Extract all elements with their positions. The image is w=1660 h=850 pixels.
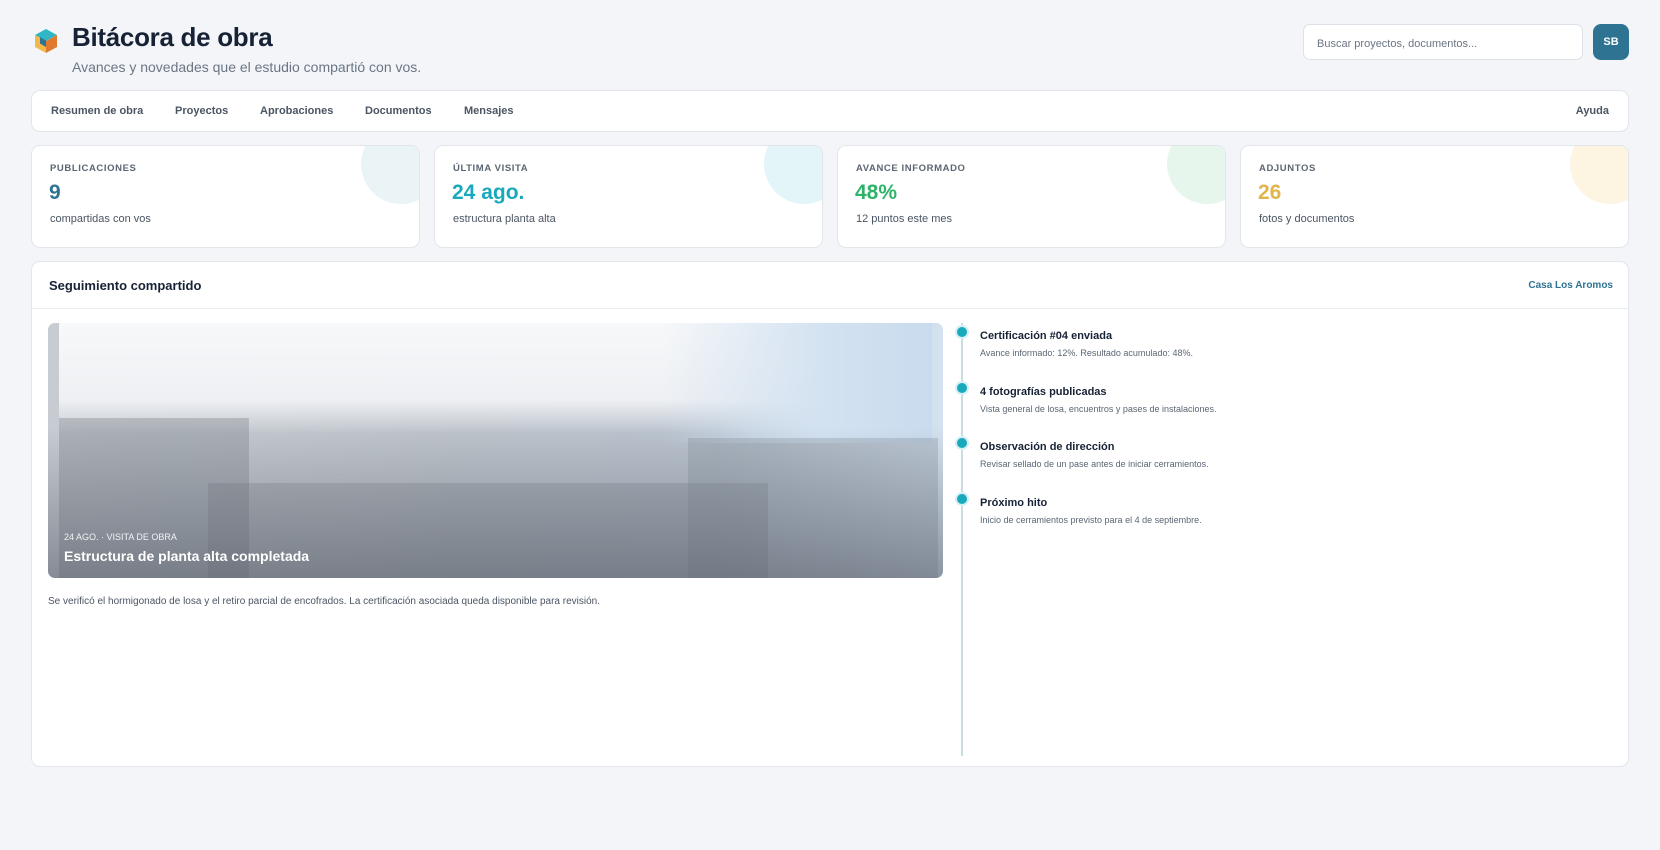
nav-item-proyectos[interactable]: Proyectos (175, 105, 228, 117)
stat-label: PUBLICACIONES (50, 163, 137, 174)
photo-sky-right (662, 323, 932, 443)
timeline-text: Inicio de cerramientos previsto para el … (980, 515, 1202, 525)
nav-item-mensajes[interactable]: Mensajes (464, 105, 514, 117)
stat-note: fotos y documentos (1259, 213, 1355, 225)
card-decoration (1167, 146, 1225, 204)
timeline-text: Vista general de losa, encuentros y pase… (980, 404, 1217, 414)
user-avatar[interactable]: SB (1593, 24, 1629, 60)
stat-value: 48% (855, 181, 898, 204)
card-decoration (361, 146, 419, 204)
timeline-dot-icon (957, 494, 967, 504)
timeline-dot-icon (957, 383, 967, 393)
page-subtitle: Avances y novedades que el estudio compa… (72, 59, 422, 75)
nav-item-aprobaciones[interactable]: Aprobaciones (260, 105, 333, 117)
shared-tracking-panel: Seguimiento compartido Casa Los Aromos 2… (31, 261, 1629, 767)
timeline-dot-icon (957, 327, 967, 337)
stat-value: 26 (1258, 181, 1282, 204)
stat-label: AVANCE INFORMADO (856, 163, 966, 174)
site-photo-card[interactable]: 24 AGO. · VISITA DE OBRA Estructura de p… (48, 323, 943, 578)
card-decoration (1570, 146, 1628, 204)
stat-label: ADJUNTOS (1259, 163, 1316, 174)
card-decoration (764, 146, 822, 204)
nav-item-documentos[interactable]: Documentos (365, 105, 432, 117)
stat-note: estructura planta alta (453, 213, 556, 225)
stat-note: 12 puntos este mes (856, 213, 953, 225)
stat-card-avance-informado: AVANCE INFORMADO 48% 12 puntos este mes (837, 145, 1226, 248)
timeline-title: 4 fotografías publicadas (980, 386, 1107, 398)
panel-divider (32, 308, 1628, 309)
stat-value: 24 ago. (452, 181, 525, 204)
nav-item-resumen-de-obra[interactable]: Resumen de obra (51, 105, 143, 117)
stat-note: compartidas con vos (50, 213, 151, 225)
search-input[interactable] (1303, 24, 1583, 60)
update-description: Se verificó el hormigonado de losa y el … (48, 596, 600, 607)
stats-row: PUBLICACIONES 9 compartidas con vos ÚLTI… (31, 145, 1629, 248)
stat-card-publicaciones: PUBLICACIONES 9 compartidas con vos (31, 145, 420, 248)
timeline-text: Revisar sellado de un pase antes de inic… (980, 459, 1209, 469)
photo-caption-meta: 24 AGO. · VISITA DE OBRA (64, 532, 177, 542)
project-link[interactable]: Casa Los Aromos (1528, 280, 1613, 291)
page-header: Bitácora de obra Avances y novedades que… (31, 22, 1629, 78)
stat-card-adjuntos: ADJUNTOS 26 fotos y documentos (1240, 145, 1629, 248)
page-title: Bitácora de obra (72, 22, 273, 52)
stat-card-ultima-visita: ÚLTIMA VISITA 24 ago. estructura planta … (434, 145, 823, 248)
panel-title: Seguimiento compartido (49, 278, 202, 293)
nav-item-ayuda[interactable]: Ayuda (1576, 105, 1609, 117)
photo-caption-title: Estructura de planta alta completada (64, 548, 310, 564)
stat-label: ÚLTIMA VISITA (453, 163, 529, 174)
timeline-title: Próximo hito (980, 497, 1048, 509)
stat-value: 9 (49, 181, 61, 204)
app-logo-icon (35, 29, 57, 53)
timeline-title: Observación de dirección (980, 441, 1115, 453)
main-nav: Resumen de obra Proyectos Aprobaciones D… (31, 90, 1629, 132)
timeline-dot-icon (957, 438, 967, 448)
timeline-title: Certificación #04 enviada (980, 330, 1113, 342)
timeline-text: Avance informado: 12%. Resultado acumula… (980, 348, 1193, 358)
